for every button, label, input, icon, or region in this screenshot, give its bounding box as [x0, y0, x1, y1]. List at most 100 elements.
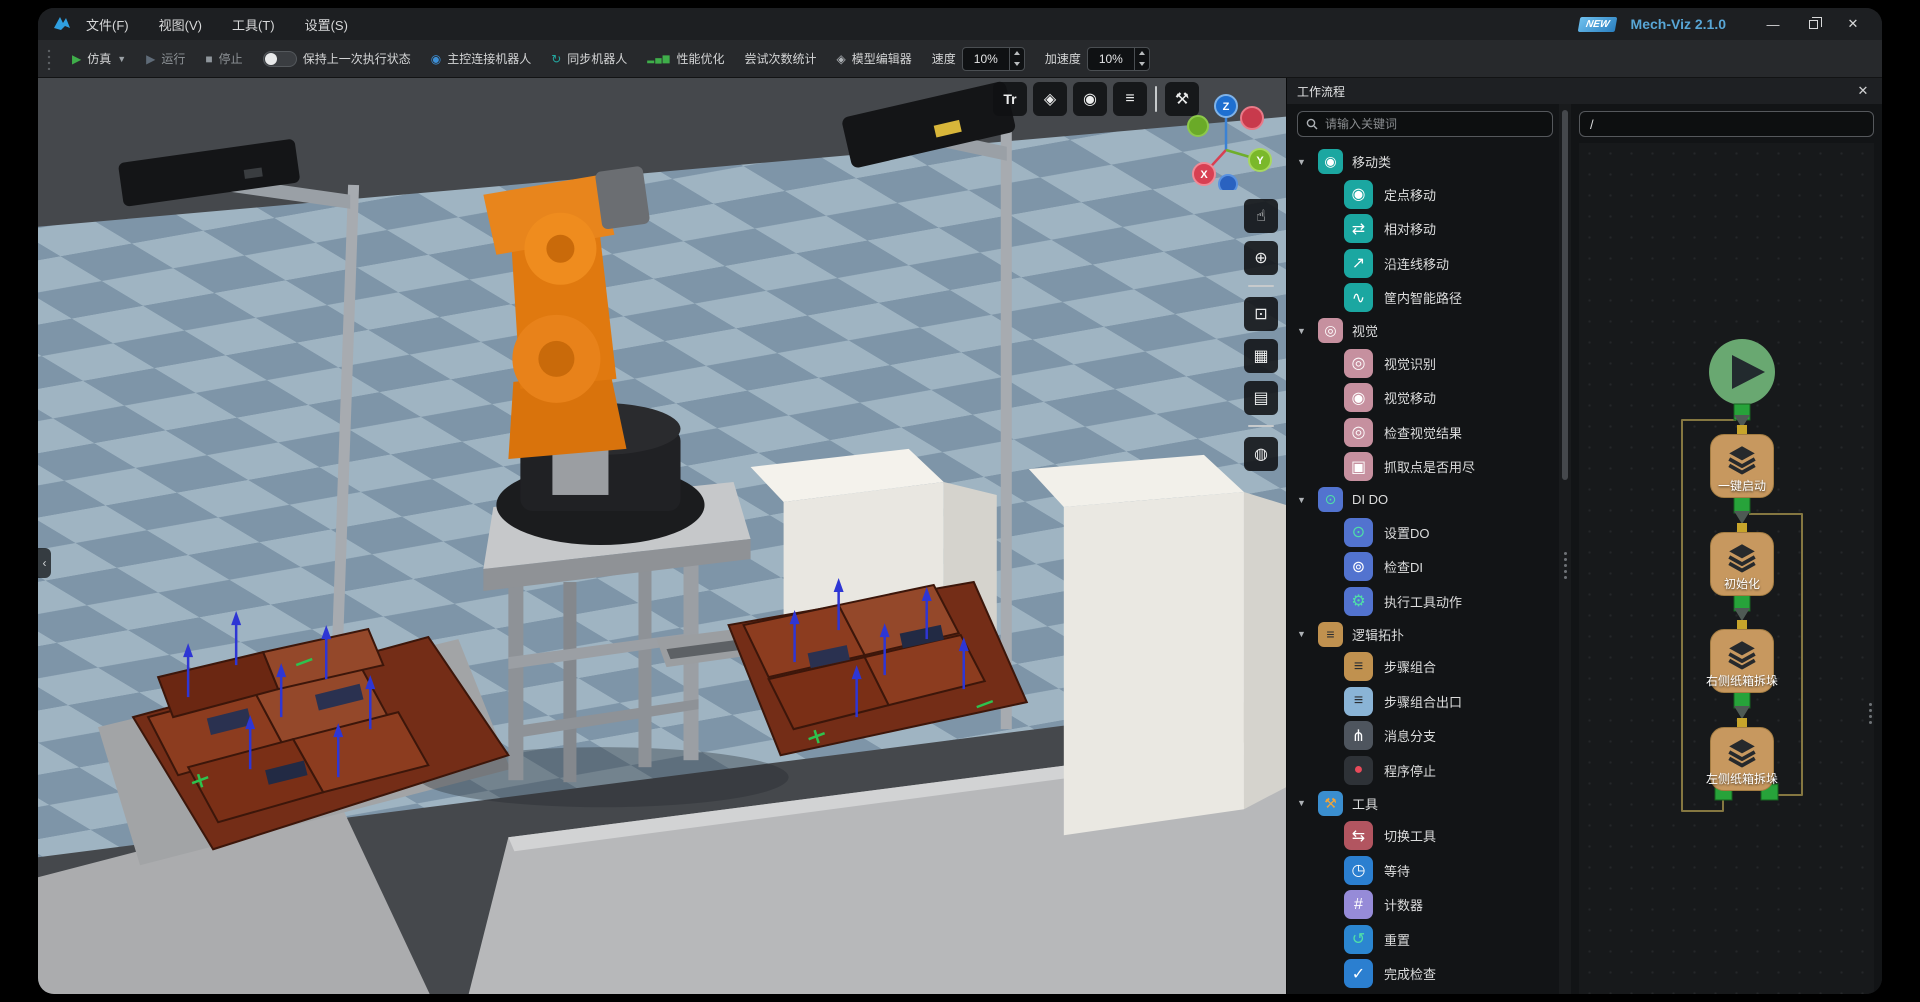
- menu-file[interactable]: 文件(F): [86, 15, 129, 34]
- caret-down-icon[interactable]: ▼: [1297, 326, 1309, 336]
- library-scrollbar[interactable]: [1559, 104, 1571, 994]
- play-icon: ▶: [72, 53, 81, 65]
- model-editor-button[interactable]: ◈ 模型编辑器: [837, 50, 912, 67]
- model-editor-icon: ◈: [837, 53, 846, 65]
- step-fixed-point-move[interactable]: ◉ 定点移动: [1297, 177, 1553, 212]
- view-layout-button[interactable]: ▤: [1244, 381, 1278, 415]
- step-vision-move[interactable]: ◉ 视觉移动: [1297, 381, 1553, 416]
- group-move[interactable]: ▼ ◉ 移动类: [1297, 146, 1553, 177]
- group-tools[interactable]: ▼ ⚒ 工具: [1297, 788, 1553, 819]
- app-window: 文件(F) 视图(V) 工具(T) 设置(S) NEW Mech-Viz 2.1…: [38, 8, 1882, 994]
- toolbar-drag-handle[interactable]: [46, 48, 52, 70]
- text-labels-button[interactable]: Tr: [993, 82, 1027, 116]
- step-message-branch[interactable]: ⋔ 消息分支: [1297, 719, 1553, 754]
- step-program-stop[interactable]: ● 程序停止: [1297, 753, 1553, 788]
- menu-tools[interactable]: 工具(T): [232, 15, 275, 34]
- step-smart-path-in-bin[interactable]: ∿ 筐内智能路径: [1297, 281, 1553, 316]
- step-set-do[interactable]: ⊙ 设置DO: [1297, 515, 1553, 550]
- axis-ball-red[interactable]: [1241, 107, 1263, 129]
- perspective-grid-button[interactable]: ▦: [1244, 339, 1278, 373]
- simulate-dropdown-icon[interactable]: ▼: [117, 54, 126, 64]
- group-vision[interactable]: ▼ ◎ 视觉: [1297, 315, 1553, 346]
- scrollbar-thumb[interactable]: [1562, 110, 1568, 480]
- axis-ball-green[interactable]: [1188, 116, 1208, 136]
- visibility-button[interactable]: ◉: [1073, 82, 1107, 116]
- step-vision-recognize[interactable]: ◎ 视觉识别: [1297, 346, 1553, 381]
- step-check-vision-result[interactable]: ◎ 检查视觉结果: [1297, 415, 1553, 450]
- fixed-point-move-icon: ◉: [1344, 180, 1373, 209]
- step-wait[interactable]: ◷ 等待: [1297, 853, 1553, 888]
- axis-ball-blue[interactable]: [1219, 175, 1237, 190]
- logic-icon: ≡: [1318, 622, 1343, 647]
- globe-view-button[interactable]: ◍: [1244, 437, 1278, 471]
- master-control-button[interactable]: ◉ 主控连接机器人: [431, 50, 532, 67]
- layers-icon: [1725, 442, 1759, 476]
- toggle-switch[interactable]: [263, 51, 297, 67]
- menu-settings[interactable]: 设置(S): [305, 15, 348, 34]
- panel-close-button[interactable]: ✕: [1854, 83, 1872, 99]
- splitter-dots: [1564, 552, 1567, 555]
- zoom-in-button[interactable]: ⊕: [1244, 241, 1278, 275]
- splitter-dots: [1869, 703, 1872, 706]
- graph-canvas[interactable]: 一键启动 初始化 右侧纸箱拆垛 左侧纸箱拆垛: [1579, 143, 1874, 994]
- attempt-stats-button[interactable]: 尝试次数统计: [745, 50, 817, 67]
- vision-recognize-icon: ◎: [1344, 349, 1373, 378]
- step-tree: ▼ ◉ 移动类 ◉ 定点移动 ⇄ 相对移动 ↗ 沿连线移动 ∿ 筐内智能路径 ▼…: [1297, 146, 1553, 994]
- group-dido[interactable]: ▼ ⊙ DI DO: [1297, 484, 1553, 515]
- step-step-group[interactable]: ≡ 步骤组合: [1297, 650, 1553, 685]
- search-input[interactable]: [1325, 117, 1544, 131]
- caret-down-icon[interactable]: ▼: [1297, 798, 1309, 808]
- speed-down-button[interactable]: [1010, 59, 1024, 70]
- viewport-3d[interactable]: Tr ◈ ◉ ≡ ⚒ Z X Y: [38, 78, 1286, 994]
- node-left-carton-depal[interactable]: 左侧纸箱拆垛: [1710, 727, 1774, 791]
- run-button[interactable]: ▶ 运行: [146, 50, 185, 67]
- sync-robot-button[interactable]: ↻ 同步机器人: [551, 50, 627, 67]
- simulate-button[interactable]: ▶ 仿真 ▼: [72, 50, 126, 67]
- axis-gizmo[interactable]: Z X Y: [1174, 90, 1274, 190]
- performance-button[interactable]: ▂▄▆ 性能优化: [647, 50, 724, 67]
- toolbar-separator: [1155, 86, 1157, 112]
- run-tool-action-icon: ⚙: [1344, 587, 1373, 616]
- model-view-button[interactable]: ◈: [1033, 82, 1067, 116]
- step-finish-check[interactable]: ✓ 完成检查: [1297, 957, 1553, 992]
- pan-button[interactable]: ☝: [1244, 199, 1278, 233]
- speed-up-button[interactable]: [1010, 48, 1024, 59]
- step-counter[interactable]: # 计数器: [1297, 888, 1553, 923]
- caret-down-icon[interactable]: ▼: [1297, 157, 1309, 167]
- stop-button[interactable]: ■ 停止: [205, 50, 242, 67]
- step-run-tool-action[interactable]: ⚙ 执行工具动作: [1297, 584, 1553, 619]
- accel-up-button[interactable]: [1135, 48, 1149, 59]
- node-one-key-start[interactable]: 一键启动: [1710, 434, 1774, 498]
- node-initialize[interactable]: 初始化: [1710, 532, 1774, 596]
- graph-breadcrumb[interactable]: /: [1579, 111, 1874, 137]
- group-logic[interactable]: ▼ ≡ 逻辑拓扑: [1297, 619, 1553, 650]
- toolbar-separator: [1248, 285, 1274, 287]
- accel-stepper[interactable]: 10%: [1087, 47, 1150, 71]
- step-step-group-exit[interactable]: ≡ 步骤组合出口: [1297, 684, 1553, 719]
- step-switch-tool[interactable]: ⇆ 切换工具: [1297, 819, 1553, 854]
- menu-view[interactable]: 视图(V): [159, 15, 202, 34]
- step-grasp-points-exhausted[interactable]: ▣ 抓取点是否用尽: [1297, 450, 1553, 485]
- list-view-button[interactable]: ≡: [1113, 82, 1147, 116]
- step-relative-move[interactable]: ⇄ 相对移动: [1297, 212, 1553, 247]
- panel-title: 工作流程: [1297, 83, 1345, 100]
- step-move-along-line[interactable]: ↗ 沿连线移动: [1297, 246, 1553, 281]
- caret-down-icon[interactable]: ▼: [1297, 495, 1309, 505]
- node-right-carton-depal[interactable]: 右侧纸箱拆垛: [1710, 629, 1774, 693]
- titlebar: 文件(F) 视图(V) 工具(T) 设置(S) NEW Mech-Viz 2.1…: [38, 8, 1882, 40]
- speed-stepper[interactable]: 10%: [962, 47, 1025, 71]
- svg-text:Y: Y: [1256, 155, 1264, 167]
- speed-control: 速度 10%: [932, 47, 1025, 71]
- panel-collapse-handle[interactable]: ‹: [38, 548, 51, 578]
- accel-down-button[interactable]: [1135, 59, 1149, 70]
- keep-last-state-toggle[interactable]: 保持上一次执行状态: [263, 50, 411, 67]
- step-reset[interactable]: ↺ 重置: [1297, 922, 1553, 957]
- minimize-button[interactable]: —: [1756, 12, 1790, 36]
- step-check-di[interactable]: ⊚ 检查DI: [1297, 550, 1553, 585]
- caret-down-icon[interactable]: ▼: [1297, 629, 1309, 639]
- close-button[interactable]: ✕: [1836, 12, 1870, 36]
- fit-view-button[interactable]: ⊡: [1244, 297, 1278, 331]
- search-box[interactable]: [1297, 111, 1553, 137]
- app-logo-icon: [52, 14, 72, 34]
- restore-button[interactable]: [1796, 12, 1830, 36]
